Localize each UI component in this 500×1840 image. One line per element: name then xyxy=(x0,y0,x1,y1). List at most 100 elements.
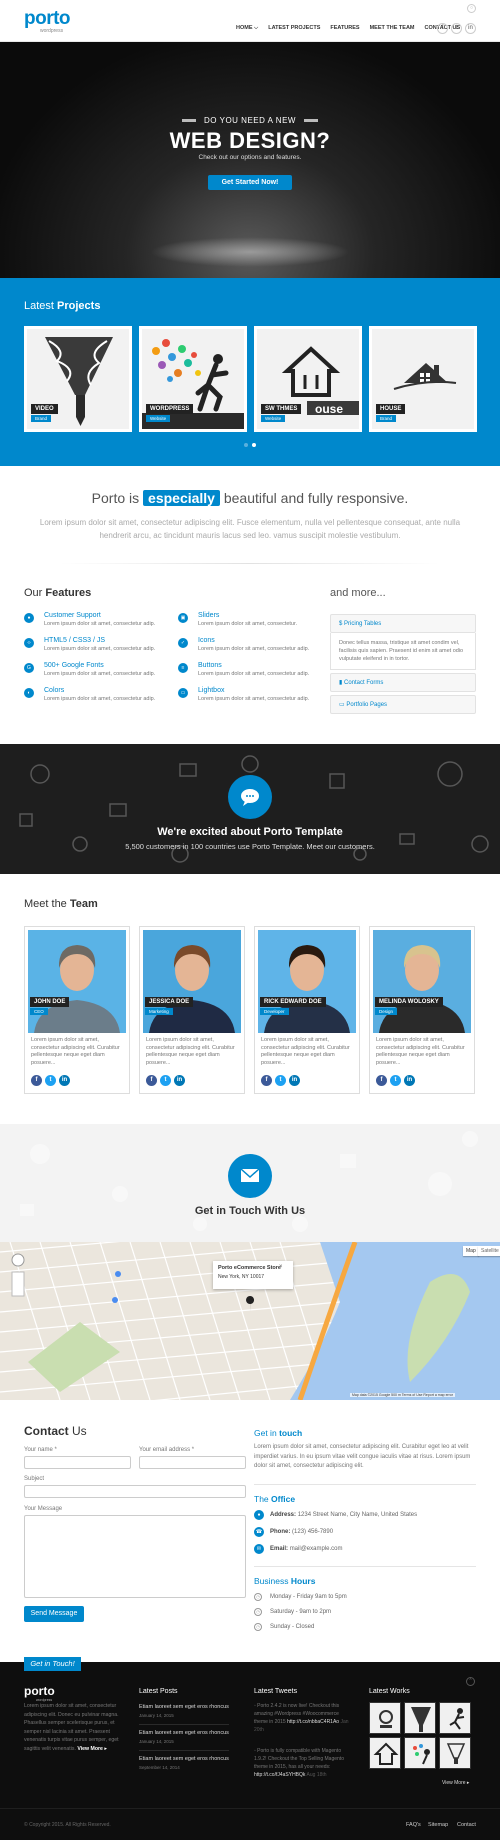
feature-title[interactable]: Customer Support xyxy=(44,612,101,619)
close-icon[interactable]: × xyxy=(279,1264,283,1270)
map-type-satellite[interactable]: Satellite xyxy=(478,1246,500,1256)
google-map[interactable]: Porto eCommerce Store New York, NY 10017… xyxy=(0,1242,500,1400)
project-item-wordpress[interactable]: WORDPRESS Website xyxy=(139,326,247,432)
get-started-button[interactable]: Get Started Now! xyxy=(208,175,292,190)
work-thumbnail[interactable] xyxy=(439,1702,471,1734)
facebook-icon[interactable]: f xyxy=(437,23,448,34)
feature-title[interactable]: Colors xyxy=(44,687,64,694)
section-heading: Latest Projects xyxy=(24,300,101,312)
chat-bubble-icon xyxy=(228,775,272,819)
twitter-icon[interactable]: t xyxy=(390,1075,401,1086)
team-member-name: JOHN DOE xyxy=(30,997,70,1007)
email-label: Your email address * xyxy=(139,1447,195,1453)
accordion-contact-forms[interactable]: ▮ Contact Forms xyxy=(330,673,476,692)
logo[interactable]: porto xyxy=(24,8,71,30)
feature-title[interactable]: Lightbox xyxy=(198,687,224,694)
feature-title[interactable]: Sliders xyxy=(198,612,219,619)
subject-label: Subject xyxy=(24,1476,45,1482)
slider-dot-active[interactable] xyxy=(252,443,256,447)
facebook-icon[interactable]: f xyxy=(261,1075,272,1086)
film-icon: ▣ xyxy=(178,613,188,623)
team-member-role: Developer xyxy=(260,1008,289,1015)
team-member-name: RICK EDWARD DOE xyxy=(260,997,326,1007)
nav-meet-the-team[interactable]: MEET THE TEAM xyxy=(370,25,415,32)
check-icon: ✓ xyxy=(178,638,188,648)
team-member-card[interactable]: RICK EDWARD DOE Developer Lorem ipsum dolo… xyxy=(254,926,360,1094)
feature-title[interactable]: Buttons xyxy=(198,662,222,669)
facebook-icon[interactable]: f xyxy=(146,1075,157,1086)
feature-title[interactable]: 500+ Google Fonts xyxy=(44,662,104,669)
linkedin-icon[interactable]: in xyxy=(289,1075,300,1086)
team-member-card[interactable]: MELINDA WOLOSKY Design Lorem ipsum dolor s… xyxy=(369,926,475,1094)
main-nav: HOME ⌵ LATEST PROJECTS FEATURES MEET THE… xyxy=(236,25,460,32)
accordion-portfolio-pages[interactable]: ▭ Portfolio Pages xyxy=(330,695,476,714)
message-label: Your Message xyxy=(24,1506,63,1512)
footer-post[interactable]: Etiam laoreet sem eget eros rhoncus Septe… xyxy=(139,1756,229,1770)
email-field[interactable] xyxy=(139,1456,246,1469)
footer-post[interactable]: Etiam laoreet sem eget eros rhoncus Janua… xyxy=(139,1704,229,1718)
work-thumbnail[interactable] xyxy=(369,1702,401,1734)
facebook-icon[interactable]: f xyxy=(376,1075,387,1086)
twitter-icon[interactable]: t xyxy=(160,1075,171,1086)
map-attribution: Map data ©2015 Google 500 m Terms of Use… xyxy=(350,1393,455,1397)
twitter-icon[interactable]: t xyxy=(451,23,462,34)
accordion-pricing-tables[interactable]: $ Pricing Tables xyxy=(330,614,476,633)
business-hours-heading: Business Hours xyxy=(254,1576,316,1586)
send-message-button[interactable]: Send Message xyxy=(24,1606,84,1622)
footer-logo[interactable]: porto xyxy=(24,1684,55,1698)
footer-link-faq[interactable]: FAQ's xyxy=(406,1822,421,1828)
tweet-link[interactable]: http://t.co/nbbaC4R1Ao xyxy=(287,1719,339,1725)
tweet-link[interactable]: http://t.co/fJ4aSYHBQk xyxy=(254,1772,305,1778)
project-title: HOUSE xyxy=(376,404,406,414)
work-thumbnail[interactable] xyxy=(369,1737,401,1769)
project-item-video[interactable]: VIDEO Brand xyxy=(24,326,132,432)
linkedin-icon[interactable]: in xyxy=(465,23,476,34)
scroll-to-top-icon[interactable]: ⌃ xyxy=(466,1677,475,1686)
works-view-more-link[interactable]: View More ▸ xyxy=(442,1780,469,1786)
support-icon: ● xyxy=(24,613,34,623)
work-thumbnail[interactable] xyxy=(404,1737,436,1769)
team-member-bio: Lorem ipsum dolor sit amet, consectetur … xyxy=(146,1037,235,1066)
code-icon: ‹› xyxy=(24,638,34,648)
subject-field[interactable] xyxy=(24,1485,246,1498)
facebook-icon[interactable]: f xyxy=(31,1075,42,1086)
feature-title[interactable]: Icons xyxy=(198,637,215,644)
feature-title[interactable]: HTML5 / CSS3 / JS xyxy=(44,637,105,644)
work-thumbnail[interactable] xyxy=(404,1702,436,1734)
project-category: Brand xyxy=(31,415,52,422)
view-more-link[interactable]: View More ▸ xyxy=(77,1746,107,1752)
team-member-card[interactable]: JESSICA DOE Marketing Lorem ipsum dolor si… xyxy=(139,926,245,1094)
linkedin-icon[interactable]: in xyxy=(404,1075,415,1086)
project-item-house[interactable]: HOUSE Brand xyxy=(369,326,477,432)
twitter-icon[interactable]: t xyxy=(275,1075,286,1086)
name-field[interactable] xyxy=(24,1456,131,1469)
work-thumbnail[interactable] xyxy=(439,1737,471,1769)
hero-title: WEB DESIGN? xyxy=(169,128,331,153)
search-icon[interactable]: ○ xyxy=(467,4,476,13)
twitter-icon[interactable]: t xyxy=(45,1075,56,1086)
slogan: Porto is especially beautiful and fully … xyxy=(91,490,409,506)
nav-latest-projects[interactable]: LATEST PROJECTS xyxy=(268,25,320,32)
nav-features[interactable]: FEATURES xyxy=(330,25,359,32)
linkedin-icon[interactable]: in xyxy=(59,1075,70,1086)
team-member-name: JESSICA DOE xyxy=(145,997,194,1007)
nav-home[interactable]: HOME ⌵ xyxy=(236,25,258,32)
get-in-touch-ribbon[interactable]: Get in Touch! xyxy=(24,1657,81,1671)
team-member-name: MELINDA WOLOSKY xyxy=(375,997,443,1007)
footer-link-contact[interactable]: Contact xyxy=(457,1822,476,1828)
footer-link-sitemap[interactable]: Sitemap xyxy=(428,1822,448,1828)
email-link[interactable]: mail@example.com xyxy=(290,1546,343,1552)
team-member-card[interactable]: JOHN DOE CEO Lorem ipsum dolor sit amet, c… xyxy=(24,926,130,1094)
footer-about: Lorem ipsum dolor sit amet, consectetur … xyxy=(24,1703,119,1752)
google-icon: G xyxy=(24,663,34,673)
message-field[interactable] xyxy=(24,1515,246,1598)
linkedin-icon[interactable]: in xyxy=(174,1075,185,1086)
footer-post[interactable]: Etiam laoreet sem eget eros rhoncus Janua… xyxy=(139,1730,229,1744)
map-marker-icon: ● xyxy=(254,1510,264,1520)
map-type-map[interactable]: Map xyxy=(463,1246,479,1256)
project-item-sw-themes[interactable]: ouse SW THMES Website xyxy=(254,326,362,432)
tweet: ◦ Porto 2.4.2 is now live! Checkout this… xyxy=(254,1703,349,1733)
latest-projects-section: Latest Projects VIDEO Brand WORDPRESS We… xyxy=(0,278,500,466)
hero-subtitle: Check out our options and features. xyxy=(198,154,302,161)
slider-dot[interactable] xyxy=(244,443,248,447)
